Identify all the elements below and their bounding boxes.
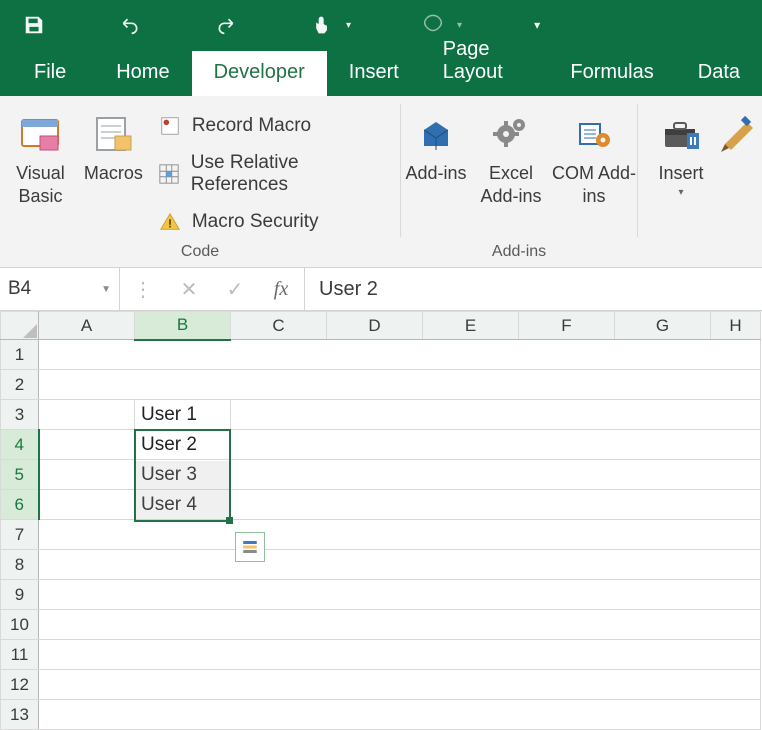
excel-addins-icon — [489, 112, 533, 156]
macros-button[interactable]: Macros — [77, 106, 150, 185]
tab-insert[interactable]: Insert — [327, 51, 421, 96]
record-macro-label: Record Macro — [192, 115, 311, 137]
addins-label: Add-ins — [406, 162, 467, 185]
macro-security-label: Macro Security — [192, 211, 319, 233]
col-header-B[interactable]: B — [135, 312, 231, 340]
com-addins-button[interactable]: COM Add-ins — [551, 106, 637, 207]
row-header-5[interactable]: 5 — [1, 460, 39, 490]
group-label-addins: Add-ins — [401, 243, 637, 267]
visual-basic-button[interactable]: Visual Basic — [4, 106, 77, 207]
fbar-menu-icon[interactable]: ⋮ — [120, 268, 166, 310]
cell-B4[interactable]: User 2 — [135, 430, 231, 460]
cell-B3[interactable]: User 1 — [135, 400, 231, 430]
com-addins-label: COM Add-ins — [551, 162, 637, 207]
macro-security-button[interactable]: Macro Security — [158, 210, 392, 234]
touch-mode-dropdown-icon[interactable]: ▾ — [346, 20, 351, 31]
col-header-H[interactable]: H — [711, 312, 761, 340]
shape-icon[interactable] — [419, 11, 447, 39]
row-header-11[interactable]: 11 — [1, 640, 39, 670]
insert-controls-label: Insert — [658, 162, 703, 185]
save-icon[interactable] — [20, 11, 48, 39]
row-header-12[interactable]: 12 — [1, 670, 39, 700]
toolbox-icon — [659, 112, 703, 156]
quick-access-toolbar: ▾ ▾ ▾ — [0, 0, 762, 50]
design-mode-icon — [717, 112, 761, 156]
warning-icon — [158, 210, 182, 234]
tab-developer[interactable]: Developer — [192, 51, 327, 96]
row-header-1[interactable]: 1 — [1, 340, 39, 370]
group-label-code: Code — [0, 243, 400, 267]
excel-addins-label: Excel Add-ins — [471, 162, 551, 207]
shape-dropdown-icon[interactable]: ▾ — [457, 20, 462, 31]
select-all-corner[interactable] — [1, 312, 39, 340]
redo-icon[interactable] — [212, 11, 240, 39]
row-header-13[interactable]: 13 — [1, 700, 39, 730]
excel-addins-button[interactable]: Excel Add-ins — [471, 106, 551, 207]
row-header-3[interactable]: 3 — [1, 400, 39, 430]
addins-button[interactable]: Add-ins — [401, 106, 471, 185]
chevron-down-icon: ▾ — [678, 187, 683, 200]
com-addins-icon — [572, 112, 616, 156]
macros-icon — [91, 112, 135, 156]
record-macro-button[interactable]: Record Macro — [158, 114, 392, 138]
visual-basic-label: Visual Basic — [4, 162, 77, 207]
worksheet-grid[interactable]: A B C D E F G H 1 2 3 User 1 4 User 2 5 Use… — [0, 311, 762, 730]
design-mode-button[interactable] — [716, 106, 762, 156]
row-header-10[interactable]: 10 — [1, 610, 39, 640]
formula-value[interactable]: User 2 — [305, 268, 762, 310]
name-box[interactable]: B4 ▼ — [0, 268, 120, 310]
row-header-4[interactable]: 4 — [1, 430, 39, 460]
ribbon-tabs: File Home Developer Insert Page Layout F… — [0, 50, 762, 96]
cancel-icon[interactable]: ✕ — [166, 268, 212, 310]
formula-bar: B4 ▼ ⋮ ✕ ✓ fx User 2 — [0, 268, 762, 311]
ribbon: Visual Basic Macros Record Macro — [0, 96, 762, 268]
row-header-7[interactable]: 7 — [1, 520, 39, 550]
cell-B6[interactable]: User 4 — [135, 490, 231, 520]
tab-home[interactable]: Home — [94, 51, 191, 96]
visual-basic-icon — [18, 112, 62, 156]
col-header-G[interactable]: G — [615, 312, 711, 340]
col-header-F[interactable]: F — [519, 312, 615, 340]
enter-icon[interactable]: ✓ — [212, 268, 258, 310]
cell-B5[interactable]: User 3 — [135, 460, 231, 490]
tab-file[interactable]: File — [28, 51, 94, 96]
use-relative-button[interactable]: Use Relative References — [158, 152, 392, 196]
col-header-C[interactable]: C — [231, 312, 327, 340]
col-header-A[interactable]: A — [39, 312, 135, 340]
row-header-2[interactable]: 2 — [1, 370, 39, 400]
row-header-8[interactable]: 8 — [1, 550, 39, 580]
use-relative-icon — [158, 162, 181, 186]
undo-icon[interactable] — [116, 11, 144, 39]
addins-icon — [414, 112, 458, 156]
use-relative-label: Use Relative References — [191, 152, 392, 196]
tab-formulas[interactable]: Formulas — [548, 51, 675, 96]
tab-data[interactable]: Data — [676, 51, 762, 96]
row-header-9[interactable]: 9 — [1, 580, 39, 610]
col-header-D[interactable]: D — [327, 312, 423, 340]
col-header-E[interactable]: E — [423, 312, 519, 340]
row-header-6[interactable]: 6 — [1, 490, 39, 520]
macros-label: Macros — [84, 162, 143, 185]
name-box-value: B4 — [8, 278, 31, 300]
insert-controls-button[interactable]: Insert ▾ — [646, 106, 716, 199]
touch-mode-icon[interactable] — [308, 11, 336, 39]
name-box-dropdown-icon[interactable]: ▼ — [101, 284, 111, 295]
autofill-options-button[interactable] — [235, 532, 265, 562]
record-macro-icon — [158, 114, 182, 138]
fx-icon[interactable]: fx — [258, 268, 304, 310]
